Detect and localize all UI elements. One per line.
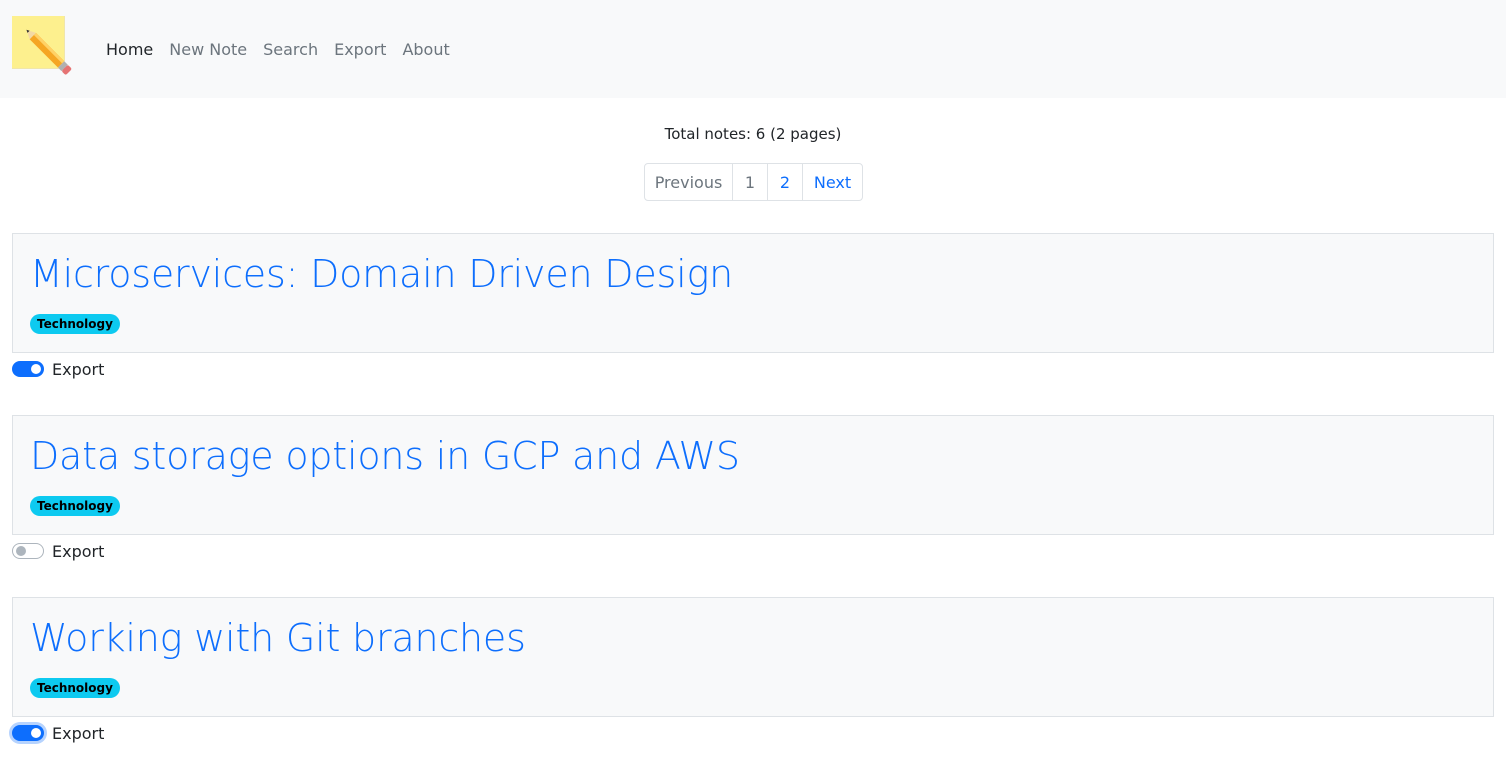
tag-badge: Technology: [30, 314, 120, 334]
export-toggle-row: Export: [12, 541, 104, 561]
tag-badge: Technology: [30, 678, 120, 698]
pagination-page-2[interactable]: 2: [767, 163, 803, 201]
note-card: Working with Git branches Technology: [12, 597, 1494, 717]
pagination-previous-button[interactable]: Previous: [644, 163, 733, 201]
note-card: Microservices: Domain Driven Design Tech…: [12, 233, 1494, 353]
switch-knob: [31, 364, 41, 374]
nav-export[interactable]: Export: [334, 40, 386, 60]
switch-knob: [16, 546, 26, 556]
notes-summary: Total notes: 6 (2 pages): [664, 125, 842, 143]
export-label: Export: [52, 541, 105, 561]
pagination-next-button[interactable]: Next: [802, 163, 863, 201]
export-toggle-row: Export: [12, 723, 104, 743]
pagination: Previous 1 2 Next: [644, 163, 863, 201]
pagination-page-1[interactable]: 1: [732, 163, 768, 201]
nav-about[interactable]: About: [402, 40, 449, 60]
note-title-link[interactable]: Microservices: Domain Driven Design: [30, 252, 733, 296]
nav-search[interactable]: Search: [263, 40, 318, 60]
notes-logo-icon[interactable]: [11, 15, 84, 88]
export-switch[interactable]: [12, 543, 44, 559]
note-title-link[interactable]: Working with Git branches: [30, 616, 526, 660]
export-label: Export: [52, 723, 105, 743]
export-toggle-row: Export: [12, 359, 104, 379]
main-nav: Home New Note Search Export About: [106, 40, 466, 60]
switch-knob: [31, 728, 41, 738]
export-switch[interactable]: [12, 361, 44, 377]
nav-home[interactable]: Home: [106, 40, 153, 60]
export-switch[interactable]: [12, 725, 44, 741]
note-title-link[interactable]: Data storage options in GCP and AWS: [30, 434, 740, 478]
tag-badge: Technology: [30, 496, 120, 516]
nav-new-note[interactable]: New Note: [169, 40, 247, 60]
navbar: Home New Note Search Export About: [0, 0, 1506, 98]
export-label: Export: [52, 359, 105, 379]
note-card: Data storage options in GCP and AWS Tech…: [12, 415, 1494, 535]
